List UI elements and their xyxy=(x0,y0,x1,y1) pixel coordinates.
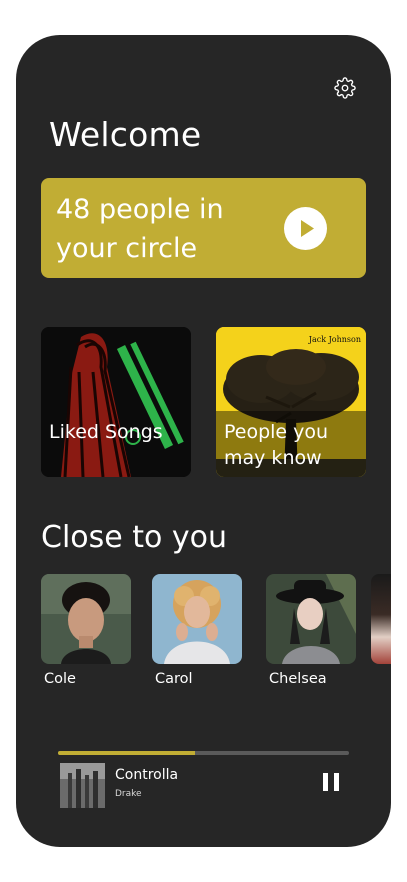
avatar xyxy=(41,574,131,664)
close-to-you-title: Close to you xyxy=(41,520,228,555)
people-you-may-know-tile[interactable]: Jack Johnson People you may know xyxy=(216,327,366,477)
gear-icon[interactable] xyxy=(334,77,356,99)
avatar-partial[interactable] xyxy=(371,574,391,664)
circle-count-text: 48 people in your circle xyxy=(56,194,224,264)
person-name: Chelsea xyxy=(269,671,327,687)
album-artist-text: Jack Johnson xyxy=(308,335,361,344)
person-card-cole[interactable]: Cole xyxy=(41,574,131,687)
person-name: Carol xyxy=(155,671,193,687)
play-button[interactable] xyxy=(284,207,327,250)
pause-button[interactable] xyxy=(319,770,343,794)
avatar xyxy=(152,574,242,664)
avatar xyxy=(266,574,356,664)
pause-icon xyxy=(323,773,339,791)
playback-progress-fill xyxy=(58,751,195,755)
person-card-chelsea[interactable]: Chelsea xyxy=(266,574,356,687)
liked-songs-label: Liked Songs xyxy=(49,421,163,443)
person-name: Cole xyxy=(44,671,76,687)
app-screen: Welcome 48 people in your circle Liked S… xyxy=(16,35,391,847)
album-cover[interactable] xyxy=(60,763,105,808)
now-playing-artist: Drake xyxy=(115,789,142,799)
page-title: Welcome xyxy=(49,115,202,154)
playback-progress-bar[interactable] xyxy=(58,751,349,755)
liked-songs-tile[interactable]: Liked Songs xyxy=(41,327,191,477)
circle-card[interactable]: 48 people in your circle xyxy=(41,178,366,278)
person-card-carol[interactable]: Carol xyxy=(152,574,242,687)
play-icon xyxy=(301,220,314,237)
people-you-may-know-label: People you may know xyxy=(224,421,329,469)
now-playing-title: Controlla xyxy=(115,767,179,783)
liked-songs-artwork xyxy=(41,327,191,477)
